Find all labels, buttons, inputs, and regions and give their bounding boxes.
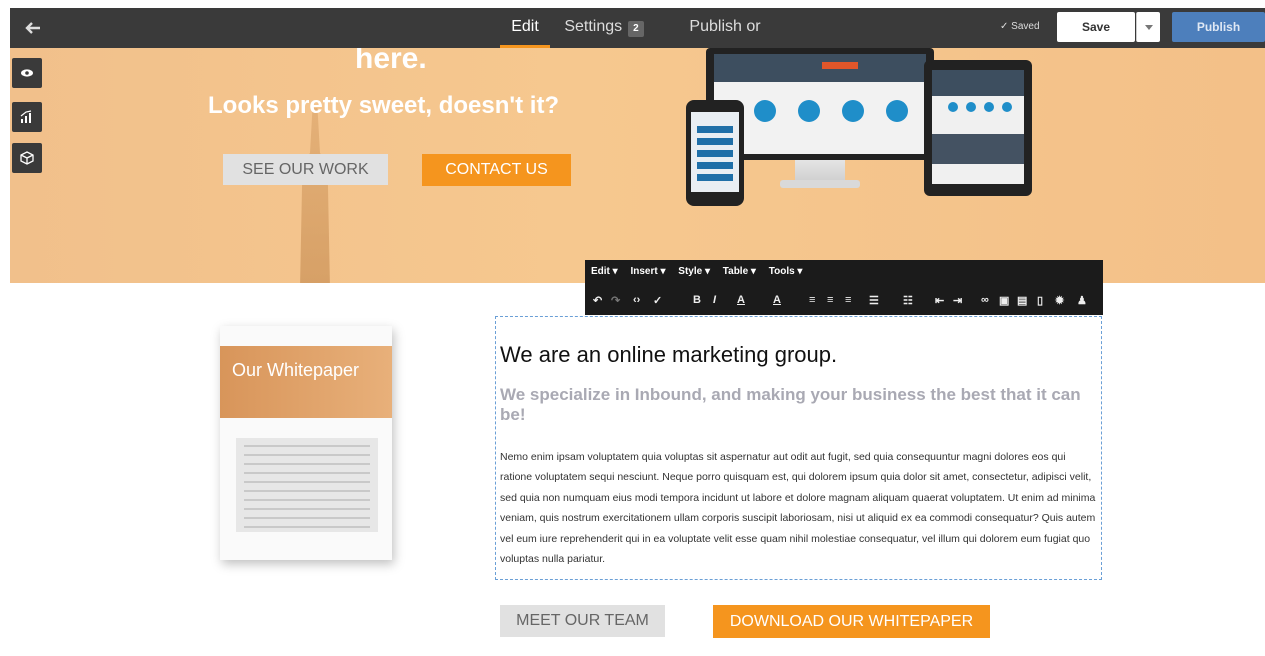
image-icon[interactable]: ▣ <box>999 294 1009 307</box>
saved-status: ✓ Saved <box>1000 21 1040 32</box>
spellcheck-icon[interactable]: ✓ <box>653 294 662 307</box>
document-icon[interactable]: ▯ <box>1037 294 1043 307</box>
chart-icon <box>20 110 32 123</box>
monitor-base <box>780 180 860 188</box>
cube-icon <box>20 151 34 165</box>
italic-icon[interactable]: I <box>713 294 716 306</box>
publish-button[interactable]: Publish <box>1172 12 1265 42</box>
hero-heading: here. <box>355 48 427 75</box>
undo-icon[interactable]: ↶ <box>593 294 602 307</box>
download-whitepaper-button[interactable]: DOWNLOAD OUR WHITEPAPER <box>713 605 990 638</box>
preview-tool[interactable] <box>12 58 42 88</box>
video-icon[interactable]: ▤ <box>1017 294 1027 307</box>
see-our-work-button[interactable]: SEE OUR WORK <box>223 154 388 185</box>
eye-icon <box>21 69 33 77</box>
tab-label: Edit <box>511 18 539 35</box>
content-body[interactable]: Nemo enim ipsam voluptatem quia voluptas… <box>500 447 1096 569</box>
highlight-color-icon[interactable]: A <box>773 294 781 306</box>
content-subheading[interactable]: We specialize in Inbound, and making you… <box>500 385 1090 425</box>
menu-tools[interactable]: Tools ▾ <box>769 266 803 277</box>
contact-us-button[interactable]: CONTACT US <box>422 154 571 186</box>
tab-settings[interactable]: Settings 2 <box>564 8 644 48</box>
bold-icon[interactable]: B <box>693 294 701 306</box>
tab-publish-schedule[interactable]: Publish or Schedule <box>660 8 790 73</box>
whitepaper-title: Our Whitepaper <box>232 360 360 380</box>
hero-section: here. Looks pretty sweet, doesn't it? SE… <box>10 48 1265 283</box>
save-button[interactable]: Save <box>1057 12 1135 42</box>
menu-insert[interactable]: Insert ▾ <box>630 266 665 277</box>
meet-our-team-button[interactable]: MEET OUR TEAM <box>500 605 665 637</box>
indent-icon[interactable]: ⇥ <box>953 294 962 307</box>
modules-tool[interactable] <box>12 143 42 173</box>
settings-icon[interactable]: ✹ <box>1055 294 1064 307</box>
rich-text-toolbar: Edit ▾ Insert ▾ Style ▾ Table ▾ Tools ▾ … <box>585 260 1103 315</box>
outdent-icon[interactable]: ⇤ <box>935 294 944 307</box>
link-icon[interactable]: ∞ <box>981 294 989 306</box>
tab-label: Settings <box>564 18 623 35</box>
analytics-tool[interactable] <box>12 102 42 132</box>
align-right-icon[interactable]: ≡ <box>845 294 851 306</box>
bullet-list-icon[interactable]: ☰ <box>869 294 879 307</box>
redo-icon[interactable]: ↷ <box>611 294 620 307</box>
align-center-icon[interactable]: ≡ <box>827 294 833 306</box>
top-bar: Edit Settings 2 Publish or Schedule ✓ Sav… <box>10 8 1265 73</box>
text-color-icon[interactable]: A <box>737 294 745 306</box>
settings-badge: 2 <box>628 21 644 37</box>
align-left-icon[interactable]: ≡ <box>809 294 815 306</box>
tablet-mockup-image <box>924 60 1032 196</box>
whitepaper-image: Our Whitepaper <box>220 326 392 560</box>
content-heading[interactable]: We are an online marketing group. <box>500 342 837 368</box>
menu-style[interactable]: Style ▾ <box>678 266 710 277</box>
numbered-list-icon[interactable]: ☷ <box>903 294 913 307</box>
skyscraper-image <box>300 108 330 283</box>
phone-mockup-image <box>686 100 744 206</box>
source-code-icon[interactable]: ‹› <box>633 294 640 306</box>
menu-edit[interactable]: Edit ▾ <box>591 266 618 277</box>
hero-subheading: Looks pretty sweet, doesn't it? <box>208 92 560 119</box>
back-arrow-icon[interactable] <box>24 18 44 38</box>
monitor-stand <box>795 160 845 182</box>
save-options-dropdown[interactable] <box>1136 12 1160 42</box>
menu-table[interactable]: Table ▾ <box>723 266 756 277</box>
whitepaper-lines <box>236 438 378 532</box>
tab-edit[interactable]: Edit <box>500 8 550 48</box>
personalize-icon[interactable]: ♟ <box>1077 294 1087 307</box>
